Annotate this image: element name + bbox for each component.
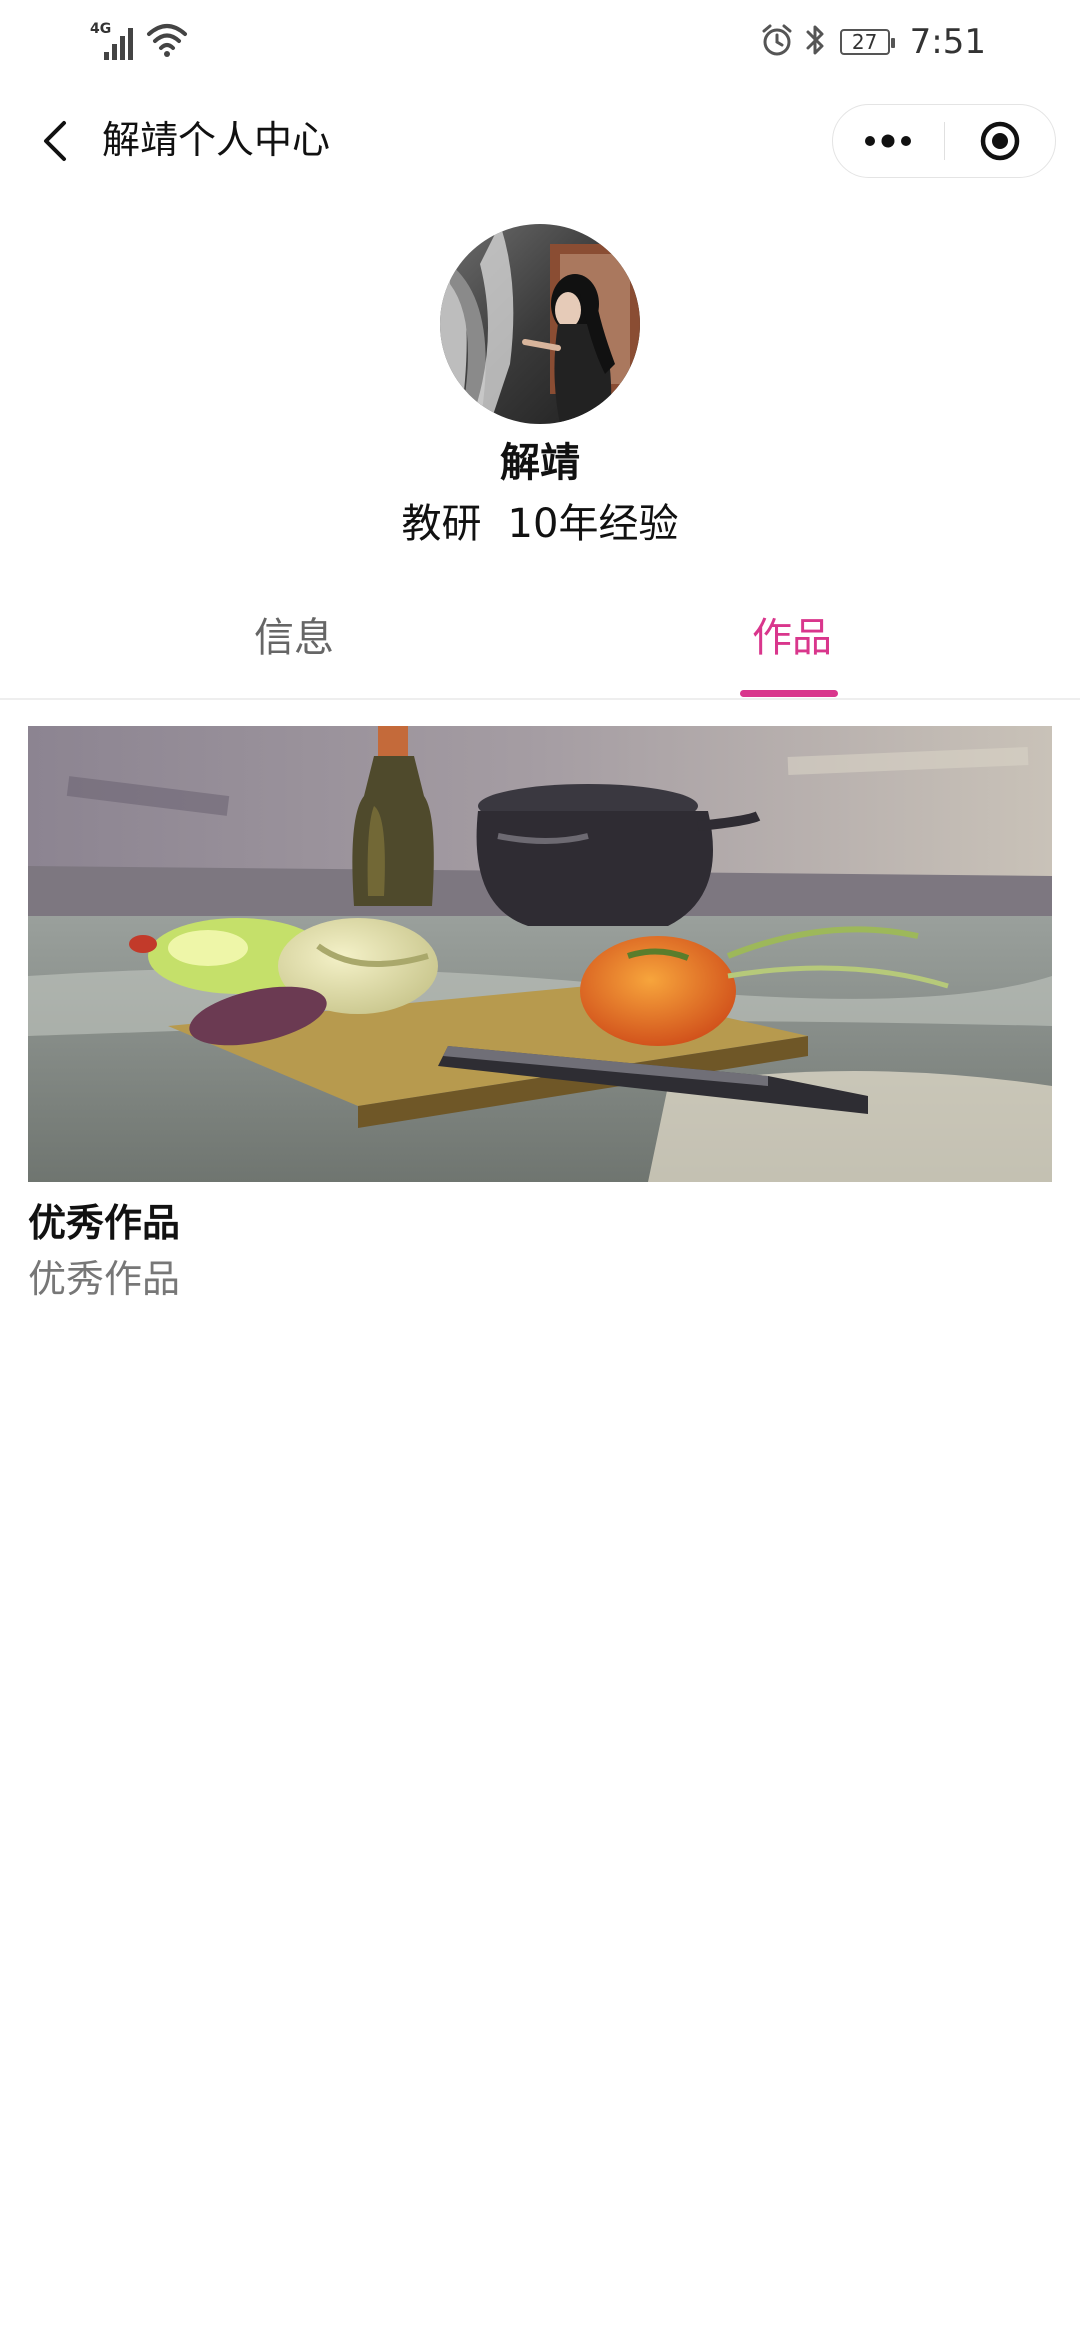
target-circle-icon (980, 121, 1019, 161)
tab-bar: 信息 作品 (0, 600, 1080, 700)
status-right: 27 7:51 (760, 18, 986, 66)
profile-page: 4G 27 7:51 解靖个人中心 解靖 教研 10年经验 信息 作品 优秀作品… (0, 0, 1080, 2340)
battery-level: 27 (851, 30, 878, 54)
more-dots-icon (865, 134, 912, 148)
active-tab-indicator (740, 690, 838, 697)
status-bar: 4G 27 7:51 (0, 0, 1080, 84)
status-left: 4G (90, 22, 188, 62)
work-card[interactable]: 优秀作品 优秀作品 (28, 726, 1052, 1304)
page-title: 解靖个人中心 (102, 118, 331, 162)
profile-name: 解靖 (500, 440, 580, 486)
work-title: 优秀作品 (28, 1201, 181, 1245)
battery-icon: 27 (839, 29, 895, 55)
signal-icon: 4G (90, 22, 138, 62)
mini-program-capsule (832, 104, 1056, 178)
chevron-left-icon (44, 121, 66, 161)
tab-works[interactable]: 作品 (752, 610, 832, 666)
wifi-icon (146, 22, 188, 62)
status-time: 7:51 (909, 22, 986, 62)
profile-role: 教研 (401, 501, 482, 547)
nav-bar: 解靖个人中心 (0, 90, 1080, 192)
alarm-icon (760, 23, 794, 61)
avatar[interactable] (440, 224, 640, 424)
more-button[interactable] (833, 105, 944, 177)
bluetooth-icon (804, 22, 826, 62)
profile-meta: 教研 10年经验 (0, 496, 1080, 552)
back-button[interactable] (28, 114, 82, 168)
work-description: 优秀作品 (28, 1257, 181, 1301)
close-mini-program-button[interactable] (945, 105, 1056, 177)
tab-info[interactable]: 信息 (254, 610, 334, 666)
profile-experience: 10年经验 (507, 501, 679, 547)
work-painting-image[interactable] (28, 726, 1052, 1182)
